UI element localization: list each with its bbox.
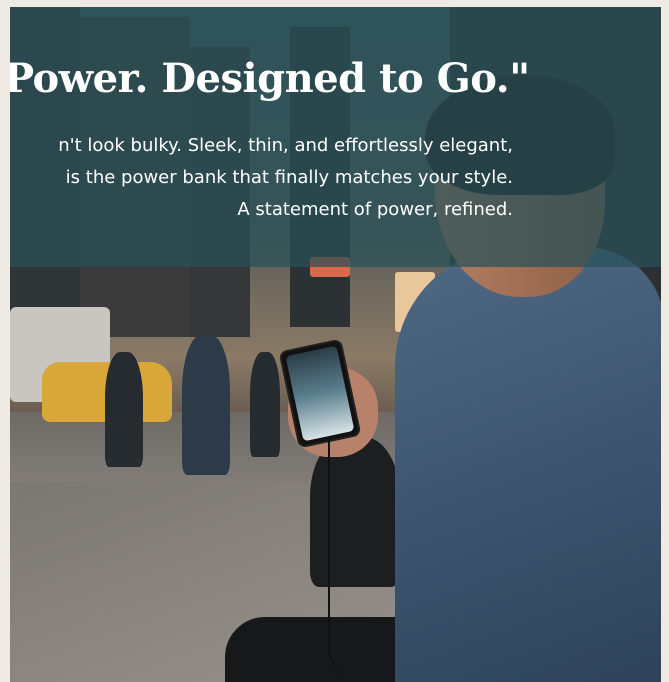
hero-section: r Power. Designed to Go." n't look bulky… [10,7,661,682]
body-line: n't look bulky. Sleek, thin, and effortl… [58,135,513,156]
pedestrian [105,352,143,467]
pedestrian [250,352,280,457]
charging-cable [328,437,370,677]
hero-body-copy: n't look bulky. Sleek, thin, and effortl… [10,130,513,226]
phone-screen [285,345,355,442]
text-overlay: r Power. Designed to Go." n't look bulky… [10,7,661,267]
body-line: is the power bank that finally matches y… [65,167,513,188]
body-line: A statement of power, refined. [237,199,513,220]
pedestrian [182,335,230,475]
hero-headline: r Power. Designed to Go." [10,55,530,102]
man-denim-jacket [395,247,661,682]
